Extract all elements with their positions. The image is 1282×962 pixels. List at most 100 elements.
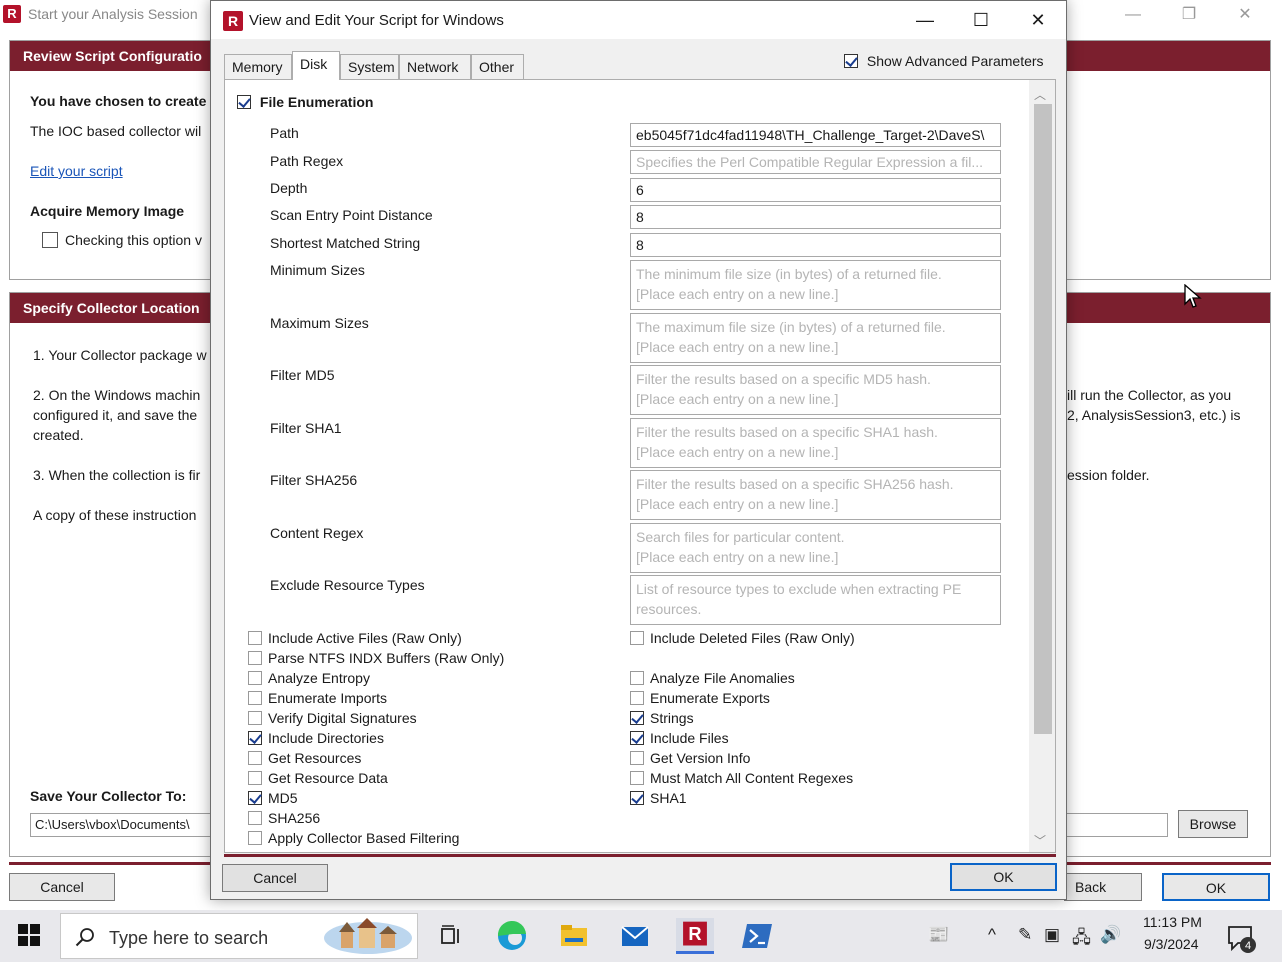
tab-other[interactable]: Other: [471, 54, 524, 79]
news-widget-icon[interactable]: 📰: [928, 925, 949, 945]
option-get-version-info[interactable]: Get Version Info: [630, 750, 750, 766]
acquire-memory-checkbox[interactable]: [42, 232, 58, 248]
path-regex-input[interactable]: Specifies the Perl Compatible Regular Ex…: [630, 150, 1001, 174]
close-icon[interactable]: ✕: [1010, 1, 1066, 39]
checkbox-icon[interactable]: [248, 711, 262, 725]
option-include-directories[interactable]: Include Directories: [248, 730, 384, 746]
maximize-icon[interactable]: ☐: [953, 1, 1009, 39]
checkbox-icon[interactable]: [248, 631, 262, 645]
edit-script-link[interactable]: Edit your script: [30, 163, 123, 179]
filter-sha1-textarea[interactable]: Filter the results based on a specific S…: [630, 418, 1001, 468]
option-analyze-file-anomalies[interactable]: Analyze File Anomalies: [630, 670, 795, 686]
mail-icon[interactable]: [616, 918, 654, 954]
file-enumeration-toggle[interactable]: File Enumeration: [237, 94, 373, 110]
checkbox-icon[interactable]: [248, 671, 262, 685]
option-apply-collector-filtering[interactable]: Apply Collector Based Filtering: [248, 830, 459, 846]
option-sha1[interactable]: SHA1: [630, 790, 687, 806]
browse-button[interactable]: Browse: [1178, 810, 1248, 838]
option-sha256[interactable]: SHA256: [248, 810, 320, 826]
volume-icon[interactable]: 🔊: [1100, 925, 1121, 945]
minimize-icon[interactable]: —: [1110, 2, 1156, 28]
notification-icon[interactable]: 4: [1226, 923, 1258, 955]
tab-system[interactable]: System: [340, 54, 399, 79]
checkbox-icon[interactable]: [248, 811, 262, 825]
checkbox-icon[interactable]: [248, 791, 262, 805]
task-view-icon[interactable]: [432, 918, 470, 954]
option-label: Verify Digital Signatures: [268, 710, 417, 726]
redline-tray-icon[interactable]: ▣: [1044, 925, 1060, 945]
checkbox-icon[interactable]: [630, 691, 644, 705]
windows-start-icon[interactable]: [18, 924, 40, 946]
path-input[interactable]: eb5045f71dc4fad11948\TH_Challenge_Target…: [630, 123, 1001, 147]
option-md5[interactable]: MD5: [248, 790, 298, 806]
checkbox-icon[interactable]: [630, 731, 644, 745]
save-path-input[interactable]: C:\Users\vbox\Documents\: [30, 813, 230, 837]
edge-browser-icon[interactable]: [493, 918, 531, 954]
option-get-resources[interactable]: Get Resources: [248, 750, 361, 766]
save-path-input-end[interactable]: [1060, 813, 1168, 837]
clock-date[interactable]: 9/3/2024: [1144, 936, 1199, 952]
option-analyze-entropy[interactable]: Analyze Entropy: [248, 670, 370, 686]
option-enumerate-exports[interactable]: Enumerate Exports: [630, 690, 770, 706]
checkbox-icon[interactable]: [248, 751, 262, 765]
clock-time[interactable]: 11:13 PM: [1143, 914, 1202, 930]
pen-icon[interactable]: ✎: [1018, 925, 1032, 945]
restore-icon[interactable]: ❐: [1166, 2, 1212, 28]
minimize-icon[interactable]: —: [897, 1, 953, 39]
checkbox-icon[interactable]: [630, 751, 644, 765]
dialog-cancel-button[interactable]: Cancel: [222, 864, 328, 892]
checkbox-icon[interactable]: [237, 95, 251, 109]
tab-network[interactable]: Network: [399, 54, 471, 79]
redline-taskbar-icon[interactable]: R: [676, 918, 714, 954]
ok-button[interactable]: OK: [1162, 873, 1270, 901]
depth-label: Depth: [270, 180, 308, 196]
option-include-deleted-files[interactable]: Include Deleted Files (Raw Only): [630, 630, 855, 646]
option-enumerate-imports[interactable]: Enumerate Imports: [248, 690, 387, 706]
cancel-button[interactable]: Cancel: [9, 873, 115, 901]
disk-tab-content: File Enumeration Path Path Regex Depth S…: [224, 79, 1056, 853]
checkbox-icon[interactable]: [248, 691, 262, 705]
vertical-scrollbar[interactable]: ︿ ﹀: [1029, 80, 1055, 852]
checkbox-icon[interactable]: [630, 711, 644, 725]
checkbox-icon[interactable]: [248, 771, 262, 785]
checkbox-icon[interactable]: [630, 791, 644, 805]
back-button[interactable]: Back: [1064, 873, 1142, 901]
scrollbar-thumb[interactable]: [1034, 104, 1052, 734]
option-parse-ntfs-indx[interactable]: Parse NTFS INDX Buffers (Raw Only): [248, 650, 504, 666]
show-advanced-parameters-toggle[interactable]: Show Advanced Parameters: [844, 53, 1044, 69]
dialog-ok-button[interactable]: OK: [950, 863, 1057, 891]
taskbar-search-box[interactable]: Type here to search: [60, 913, 418, 959]
tab-disk[interactable]: Disk: [292, 51, 340, 80]
option-include-active-files[interactable]: Include Active Files (Raw Only): [248, 630, 462, 646]
file-explorer-icon[interactable]: [555, 918, 593, 954]
shortest-string-input[interactable]: 8: [630, 233, 1001, 257]
option-strings[interactable]: Strings: [630, 710, 694, 726]
checkbox-icon[interactable]: [248, 651, 262, 665]
tab-memory[interactable]: Memory: [224, 54, 292, 79]
checkbox-icon[interactable]: [630, 771, 644, 785]
min-sizes-textarea[interactable]: The minimum file size (in bytes) of a re…: [630, 260, 1001, 310]
close-icon[interactable]: ✕: [1222, 2, 1268, 28]
checkbox-icon[interactable]: [630, 631, 644, 645]
option-verify-signatures[interactable]: Verify Digital Signatures: [248, 710, 417, 726]
powershell-icon[interactable]: [738, 918, 776, 954]
checkbox-icon[interactable]: [248, 731, 262, 745]
chevron-up-icon[interactable]: ︿: [1034, 86, 1046, 103]
filter-sha256-textarea[interactable]: Filter the results based on a specific S…: [630, 470, 1001, 520]
scan-entry-input[interactable]: 8: [630, 205, 1001, 229]
option-include-files[interactable]: Include Files: [630, 730, 729, 746]
chevron-down-icon[interactable]: ﹀: [1034, 832, 1046, 849]
checkbox-icon[interactable]: [844, 54, 858, 68]
exclude-resource-types-textarea[interactable]: List of resource types to exclude when e…: [630, 575, 1001, 625]
option-get-resource-data[interactable]: Get Resource Data: [248, 770, 388, 786]
checkbox-icon[interactable]: [630, 671, 644, 685]
content-regex-textarea[interactable]: Search files for particular content. [Pl…: [630, 523, 1001, 573]
max-sizes-textarea[interactable]: The maximum file size (in bytes) of a re…: [630, 313, 1001, 363]
chevron-up-icon[interactable]: ^: [988, 925, 996, 945]
network-icon[interactable]: 🖧: [1072, 925, 1091, 954]
depth-input[interactable]: 6: [630, 178, 1001, 202]
option-label: Enumerate Exports: [650, 690, 770, 706]
filter-md5-textarea[interactable]: Filter the results based on a specific M…: [630, 365, 1001, 415]
checkbox-icon[interactable]: [248, 831, 262, 845]
option-must-match-all-regexes[interactable]: Must Match All Content Regexes: [630, 770, 853, 786]
